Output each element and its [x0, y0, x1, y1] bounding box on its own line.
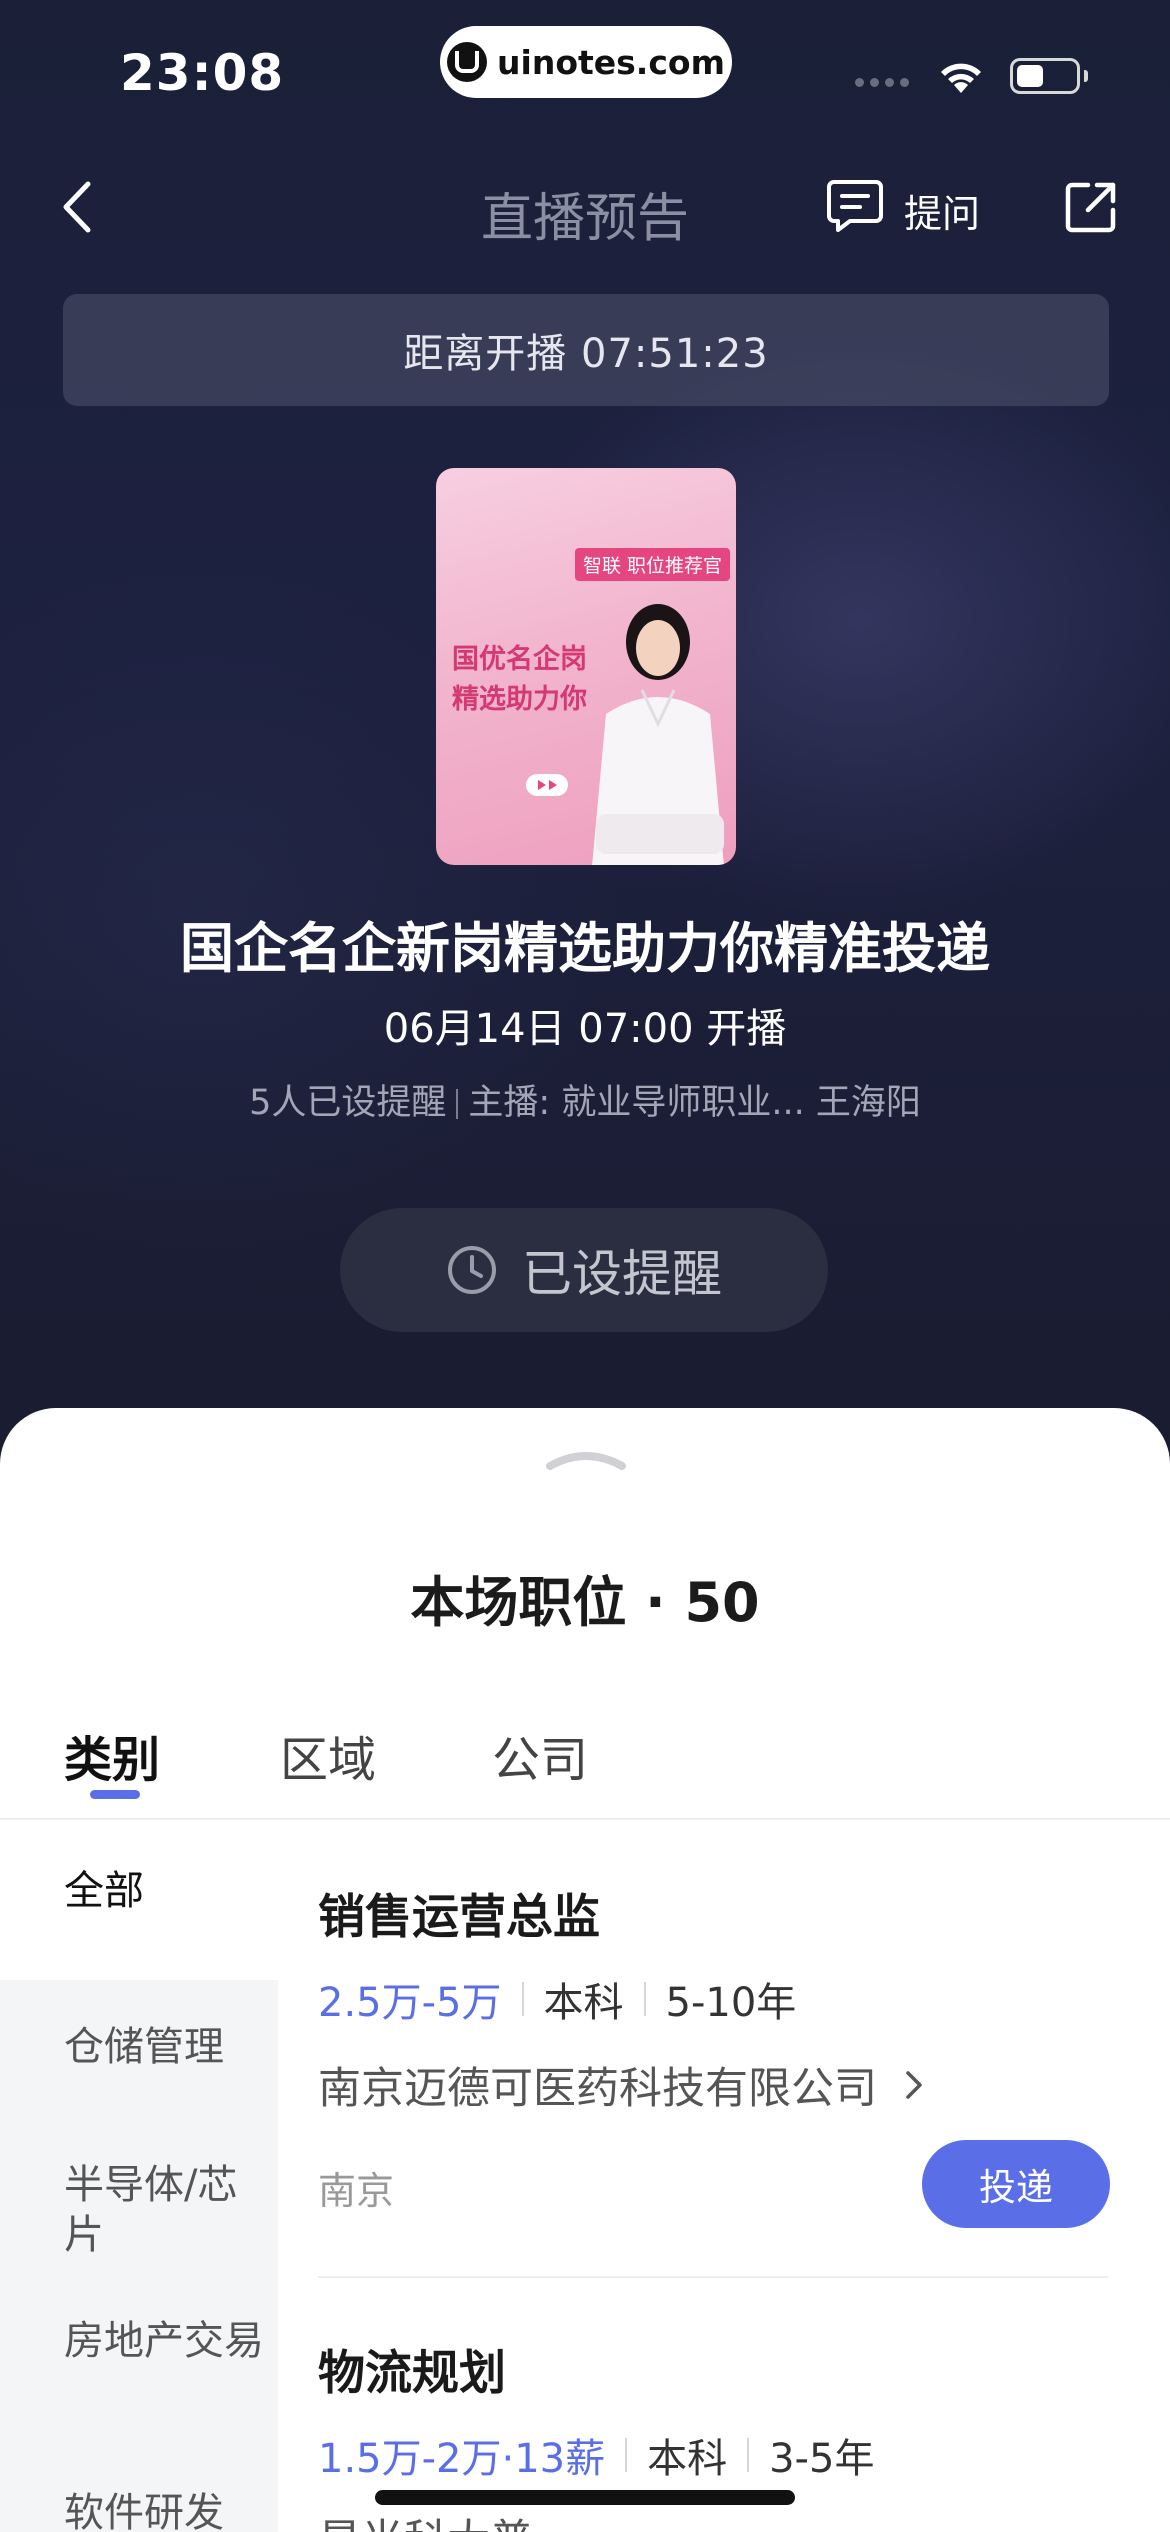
countdown-banner: 距离开播 07:51:23 [63, 294, 1109, 406]
chevron-right-icon [906, 2071, 922, 2099]
job-divider [318, 2276, 1108, 2278]
positions-sheet: 本场职位 · 50 类别 区域 公司 全部 仓储管理 半导体/芯片 房地产交易 … [0, 1408, 1170, 2532]
job-education: 本科 [647, 2436, 728, 2482]
tab-company[interactable]: 公司 [492, 1720, 588, 1790]
uinotes-logo-icon [447, 42, 488, 82]
sheet-handle-icon[interactable] [546, 1448, 626, 1476]
reminder-label: 已设提醒 [522, 1245, 722, 1303]
job-title[interactable]: 物流规划 [318, 2334, 506, 2403]
poster-badge: 智联 职位推荐官 [574, 548, 730, 581]
status-time: 23:08 [120, 44, 285, 102]
tab-active-indicator [90, 1790, 140, 1799]
category-item-real-estate[interactable]: 房地产交易 [64, 2316, 264, 2366]
category-item-semiconductor[interactable]: 半导体/芯片 [64, 2160, 264, 2260]
play-icon [526, 774, 568, 796]
job-requirements: 1.5万-2万·13薪 本科 3-5年 [318, 2426, 874, 2484]
tab-region[interactable]: 区域 [280, 1720, 376, 1790]
category-item-all[interactable]: 全部 [64, 1866, 264, 1916]
reminder-set-button[interactable]: 已设提醒 [340, 1208, 828, 1332]
live-cover-image: 智联 职位推荐官 国优名企岗 精选助力你 [436, 468, 736, 865]
job-company: 南京迈德可医药科技有限公司 [318, 2064, 877, 2114]
share-icon [1065, 182, 1116, 233]
category-item-warehouse[interactable]: 仓储管理 [64, 2022, 264, 2072]
job-experience: 3-5年 [769, 2436, 875, 2482]
divider [625, 2438, 628, 2472]
battery-tip [1084, 70, 1088, 82]
event-title: 国企名企新岗精选助力你精准投递 [180, 917, 990, 980]
chat-bubble-icon [826, 178, 884, 243]
job-company-link[interactable]: 南京迈德可医药科技有限公司 [318, 2054, 923, 2116]
job-education: 本科 [543, 1980, 624, 2026]
reminder-count: 5人已设提醒 [249, 1083, 447, 1123]
url-text: uinotes.com [497, 42, 725, 82]
category-item-software[interactable]: 软件研发 [64, 2488, 264, 2532]
ask-question-button[interactable]: 提问 [826, 178, 980, 243]
sheet-title: 本场职位 · 50 [410, 1571, 760, 1634]
tab-category[interactable]: 类别 [64, 1720, 160, 1790]
job-company: 星光科大普 [318, 2506, 533, 2532]
job-salary: 2.5万-5万 [318, 1980, 502, 2026]
event-meta: 5人已设提醒 主播: 就业导师职业... 王海阳 [0, 1074, 1170, 1125]
job-requirements: 2.5万-5万 本科 5-10年 [318, 1970, 796, 2028]
job-title[interactable]: 销售运营总监 [318, 1878, 600, 1947]
job-salary: 1.5万-2万·13薪 [318, 2436, 606, 2482]
url-watermark: uinotes.com [440, 26, 732, 98]
job-experience: 5-10年 [665, 1980, 797, 2026]
meta-divider [456, 1089, 459, 1119]
host-portrait [592, 604, 724, 865]
page-title: 直播预告 [480, 189, 689, 249]
host-name[interactable]: 主播: 就业导师职业... 王海阳 [468, 1083, 920, 1123]
job-company-link[interactable]: 星光科大普 [318, 2506, 533, 2532]
share-button[interactable] [1064, 180, 1118, 238]
apply-button[interactable]: 投递 [922, 2140, 1110, 2228]
event-start-time: 06月14日 07:00 开播 [383, 1006, 787, 1052]
ask-label: 提问 [904, 192, 981, 236]
divider [521, 1982, 524, 2016]
divider [747, 2438, 750, 2472]
battery-icon [1010, 58, 1080, 94]
clock-icon [448, 1246, 496, 1294]
divider [643, 1982, 646, 2016]
cellular-signal-icon [855, 78, 909, 87]
wifi-icon [935, 55, 987, 99]
home-indicator [375, 2490, 795, 2505]
job-city: 南京 [318, 2169, 395, 2213]
